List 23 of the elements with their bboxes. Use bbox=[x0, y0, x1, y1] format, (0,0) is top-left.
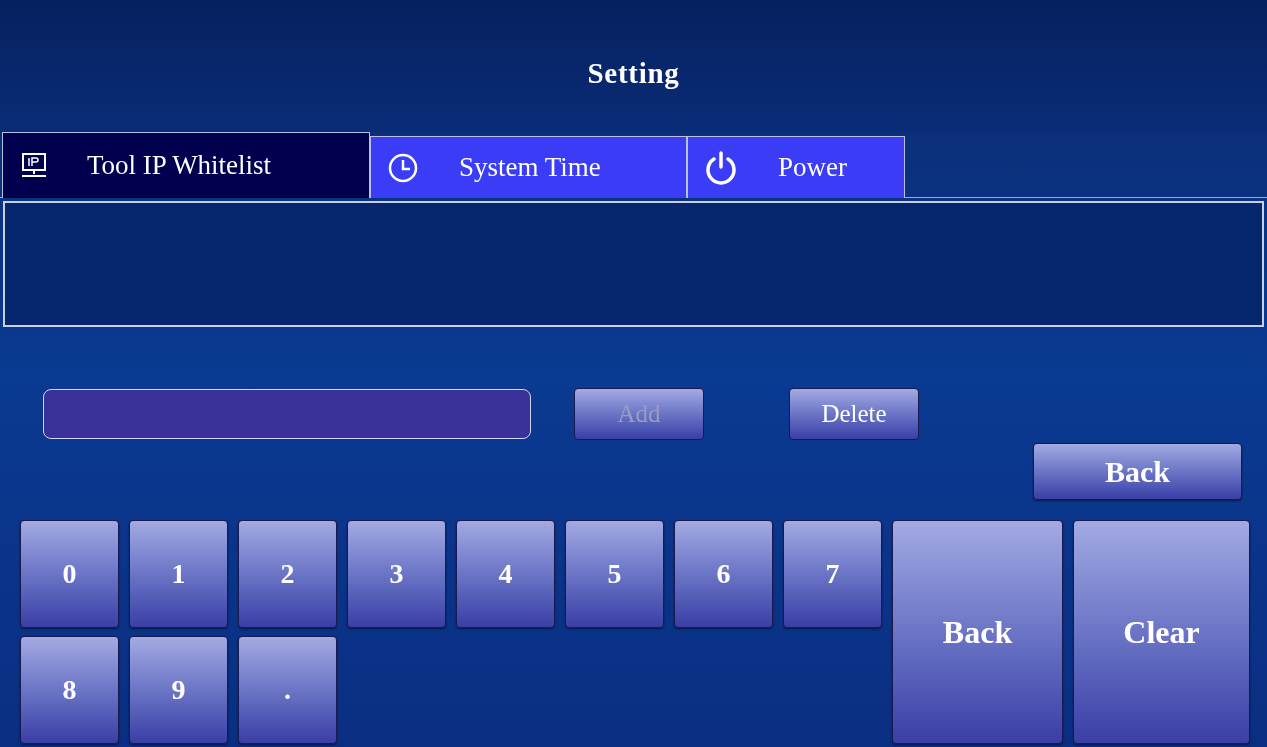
keypad-key[interactable]: 9 bbox=[129, 636, 228, 744]
keypad-key[interactable]: 6 bbox=[674, 520, 773, 628]
keypad-key[interactable]: 0 bbox=[20, 520, 119, 628]
keypad-key[interactable]: Clear bbox=[1073, 520, 1250, 744]
tab[interactable]: System Time bbox=[370, 136, 687, 198]
keypad-key[interactable]: . bbox=[238, 636, 337, 744]
keypad-key[interactable]: 1 bbox=[129, 520, 228, 628]
tab[interactable]: Tool IP Whitelist bbox=[2, 132, 370, 198]
ip-input-field[interactable] bbox=[43, 389, 531, 439]
keypad-key[interactable]: 2 bbox=[238, 520, 337, 628]
screen-title: Setting bbox=[587, 56, 680, 91]
back-button[interactable]: Back bbox=[1033, 443, 1242, 500]
keypad-key[interactable]: 7 bbox=[783, 520, 882, 628]
monitor-icon bbox=[19, 151, 49, 180]
tab[interactable]: Power bbox=[687, 136, 905, 198]
keypad-key[interactable]: 3 bbox=[347, 520, 446, 628]
keypad-key[interactable]: 4 bbox=[456, 520, 555, 628]
action-button[interactable]: Delete bbox=[789, 388, 919, 440]
keypad-key[interactable]: 8 bbox=[20, 636, 119, 744]
keypad-key[interactable]: 5 bbox=[565, 520, 664, 628]
clock-icon bbox=[387, 151, 419, 184]
keypad-key[interactable]: Back bbox=[892, 520, 1063, 744]
power-icon bbox=[704, 149, 738, 186]
